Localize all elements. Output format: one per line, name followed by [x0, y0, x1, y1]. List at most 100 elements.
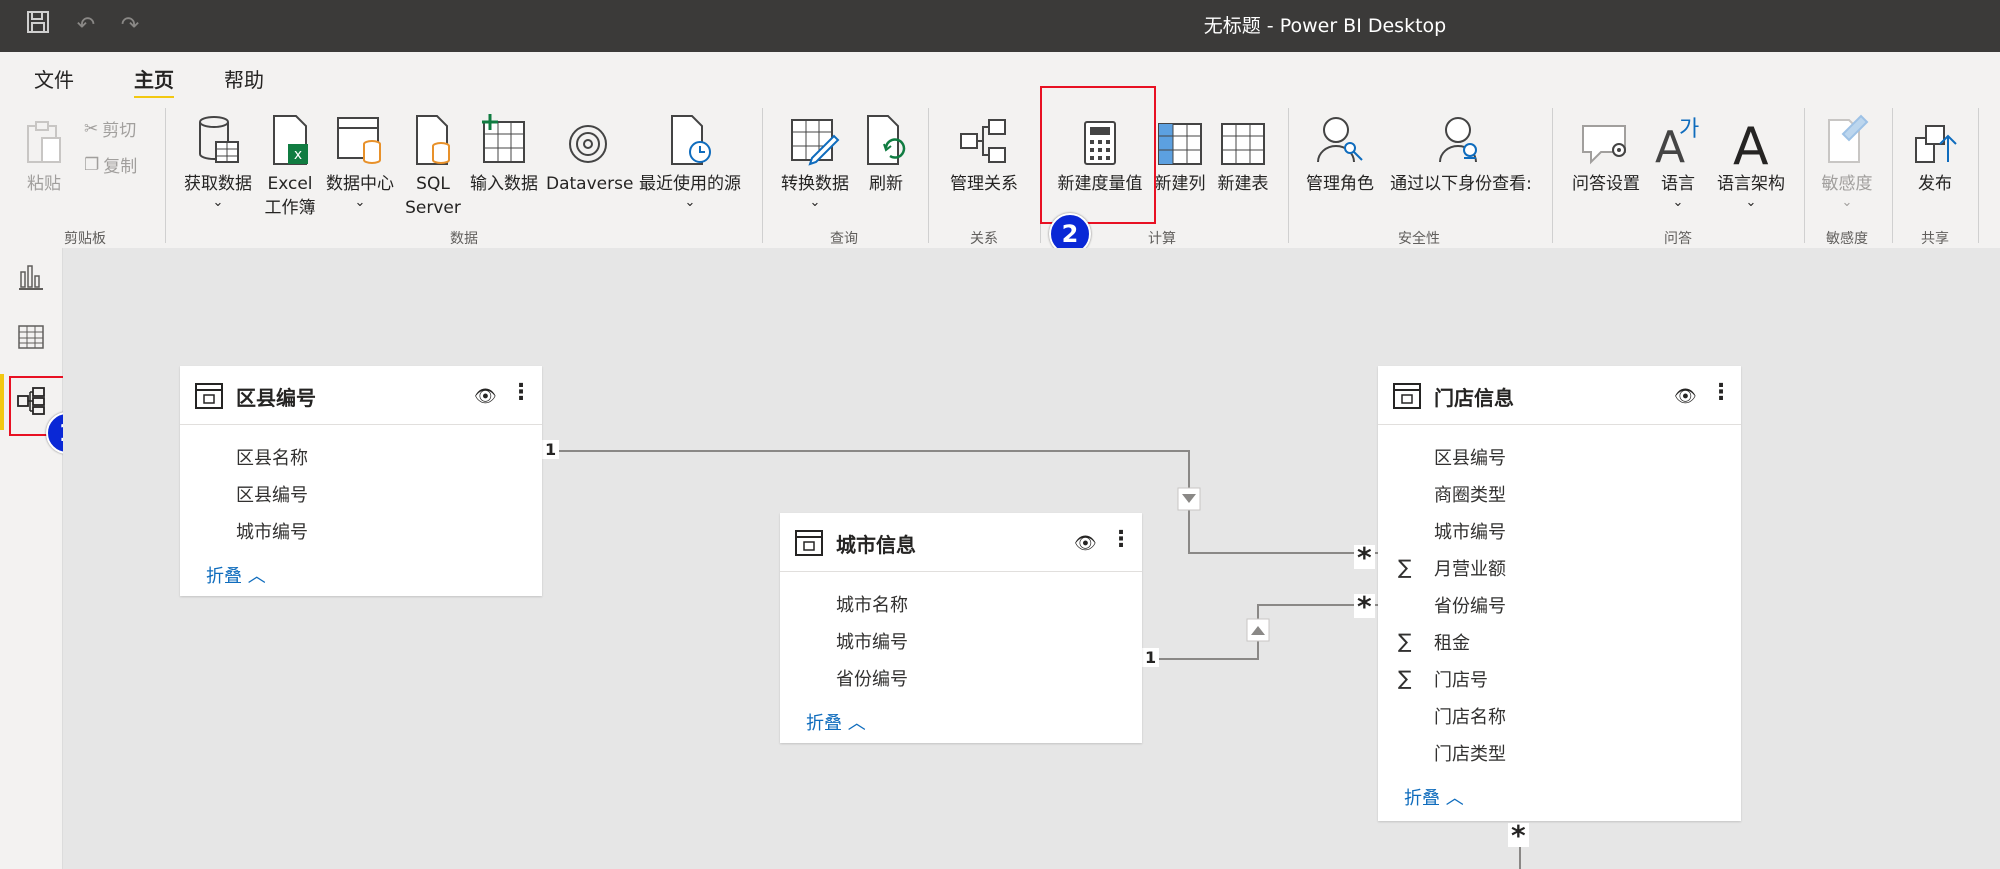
language-schema-button[interactable]: A 语言架构 ⌄: [1710, 108, 1792, 210]
manage-relationships-button[interactable]: 管理关系: [940, 108, 1028, 196]
table-card-store[interactable]: 门店信息 👁 ⋮ 区县编号 商圈类型 城市编号 ∑ 月营业额 省份编号 ∑ 租金…: [1378, 366, 1741, 821]
table-card-city[interactable]: 城市信息 👁 ⋮ 城市名称 城市编号 省份编号 折叠 ︿: [780, 513, 1142, 743]
group-label-data: 数据: [450, 231, 478, 247]
separator: [1978, 108, 1979, 243]
excel-workbook-button[interactable]: x Excel 工作簿: [260, 108, 320, 220]
copy-icon: ❐: [84, 154, 100, 175]
refresh-icon: [858, 108, 914, 166]
separator: [1552, 108, 1553, 243]
eye-icon[interactable]: 👁: [1074, 533, 1097, 554]
separator: [928, 108, 929, 243]
language-schema-icon: A: [1710, 108, 1792, 166]
table-title: 门店信息: [1434, 386, 1514, 410]
chevron-up-icon: ︿: [247, 566, 266, 587]
chevron-down-icon: ⌄: [354, 195, 366, 210]
sql-server-button[interactable]: SQL Server: [404, 108, 462, 220]
paste-button[interactable]: 粘贴: [20, 108, 68, 196]
group-label-share: 共享: [1921, 231, 1949, 247]
field-item[interactable]: 区县名称: [236, 444, 308, 470]
chevron-up-icon: ︿: [847, 713, 866, 734]
qa-setup-icon: [1564, 108, 1648, 166]
manage-roles-icon: [1300, 108, 1380, 166]
dataverse-icon: [546, 108, 630, 166]
field-item[interactable]: 租金: [1434, 629, 1470, 655]
view-as-button[interactable]: 通过以下身份查看:: [1384, 108, 1538, 196]
new-column-icon: [1152, 108, 1208, 166]
collapse-link[interactable]: 折叠 ︿: [1404, 784, 1464, 810]
model-canvas[interactable]: 1 * 1 * * 区县编号 👁 ⋮ 区县名称 区县编号 城市编号 折叠 ︿ 城…: [63, 248, 2000, 869]
refresh-button[interactable]: 刷新: [858, 108, 914, 196]
field-item[interactable]: 门店名称: [1434, 703, 1506, 729]
dataverse-button[interactable]: Dataverse: [546, 108, 633, 196]
transform-data-button[interactable]: 转换数据 ⌄: [774, 108, 856, 210]
transform-data-icon: [774, 108, 856, 166]
group-label-queries: 查询: [830, 231, 858, 247]
new-table-icon: [1212, 108, 1274, 166]
title-bar: ↶ ↷ 无标题 - Power BI Desktop: [0, 0, 2000, 52]
field-item[interactable]: 区县编号: [236, 481, 308, 507]
cardinality-one: 1: [1142, 648, 1160, 667]
tab-help[interactable]: 帮助: [224, 64, 264, 93]
table-card-district[interactable]: 区县编号 👁 ⋮ 区县名称 区县编号 城市编号 折叠 ︿: [180, 366, 542, 596]
menu-bar: 文件 主页 帮助: [0, 52, 2000, 99]
separator: [1804, 108, 1805, 243]
field-item[interactable]: 省份编号: [1434, 592, 1506, 618]
group-label-qa: 问答: [1664, 231, 1692, 247]
table-card-header: 城市信息 👁 ⋮: [780, 513, 1142, 572]
recent-sources-button[interactable]: 最近使用的源 ⌄: [632, 108, 748, 210]
field-item[interactable]: 城市编号: [236, 518, 308, 544]
sigma-icon: ∑: [1398, 666, 1412, 690]
group-label-sensitivity: 敏感度: [1826, 231, 1868, 247]
get-data-button[interactable]: 获取数据 ⌄: [180, 108, 256, 210]
publish-icon: [1904, 108, 1966, 166]
table-icon: [194, 382, 224, 414]
field-item[interactable]: 区县编号: [1434, 444, 1506, 470]
data-view-icon[interactable]: [16, 322, 46, 352]
language-icon: A가: [1650, 108, 1706, 166]
chevron-down-icon: ⌄: [809, 195, 821, 210]
manage-relationships-icon: [940, 108, 1028, 166]
more-options-icon[interactable]: ⋮: [1710, 380, 1732, 405]
chevron-down-icon: ⌄: [1841, 195, 1853, 210]
eye-icon[interactable]: 👁: [474, 386, 497, 407]
group-label-relationships: 关系: [970, 231, 998, 247]
tab-home[interactable]: 主页: [134, 64, 174, 99]
cardinality-many: *: [1508, 822, 1529, 850]
copy-button[interactable]: ❐ 复制: [84, 152, 137, 178]
enter-data-button[interactable]: 输入数据: [464, 108, 544, 196]
sql-server-icon: [404, 108, 462, 166]
publish-button[interactable]: 发布: [1904, 108, 1966, 196]
qa-setup-button[interactable]: 问答设置: [1564, 108, 1648, 196]
collapse-link[interactable]: 折叠 ︿: [806, 709, 866, 735]
active-view-indicator: [0, 374, 4, 430]
separator: [1892, 108, 1893, 243]
report-view-icon[interactable]: [16, 262, 46, 292]
data-hub-button[interactable]: 数据中心 ⌄: [322, 108, 398, 210]
sensitivity-button[interactable]: 敏感度 ⌄: [1814, 108, 1880, 210]
collapse-link[interactable]: 折叠 ︿: [206, 562, 266, 588]
eye-icon[interactable]: 👁: [1674, 386, 1697, 407]
field-item[interactable]: 城市名称: [836, 591, 908, 617]
window-title: 无标题 - Power BI Desktop: [1203, 15, 1447, 37]
field-item[interactable]: 城市编号: [836, 628, 908, 654]
field-item[interactable]: 月营业额: [1434, 555, 1506, 581]
more-options-icon[interactable]: ⋮: [510, 380, 532, 405]
manage-roles-button[interactable]: 管理角色: [1300, 108, 1380, 196]
cut-button[interactable]: ✂ 剪切: [84, 116, 136, 142]
field-item[interactable]: 省份编号: [836, 665, 908, 691]
group-label-security: 安全性: [1398, 231, 1440, 247]
field-item[interactable]: 门店号: [1434, 666, 1488, 692]
new-table-button[interactable]: 新建表: [1212, 108, 1274, 196]
field-item[interactable]: 城市编号: [1434, 518, 1506, 544]
field-item[interactable]: 商圈类型: [1434, 481, 1506, 507]
field-item[interactable]: 门店类型: [1434, 740, 1506, 766]
new-column-button[interactable]: 新建列: [1152, 108, 1208, 196]
data-hub-icon: [322, 108, 398, 166]
more-options-icon[interactable]: ⋮: [1110, 527, 1132, 552]
svg-text:A: A: [1733, 117, 1769, 166]
sigma-icon: ∑: [1398, 629, 1412, 653]
paste-icon: [20, 108, 68, 166]
language-button[interactable]: A가 语言 ⌄: [1650, 108, 1706, 210]
tab-file[interactable]: 文件: [34, 64, 74, 93]
chevron-down-icon: ⌄: [1745, 195, 1757, 210]
